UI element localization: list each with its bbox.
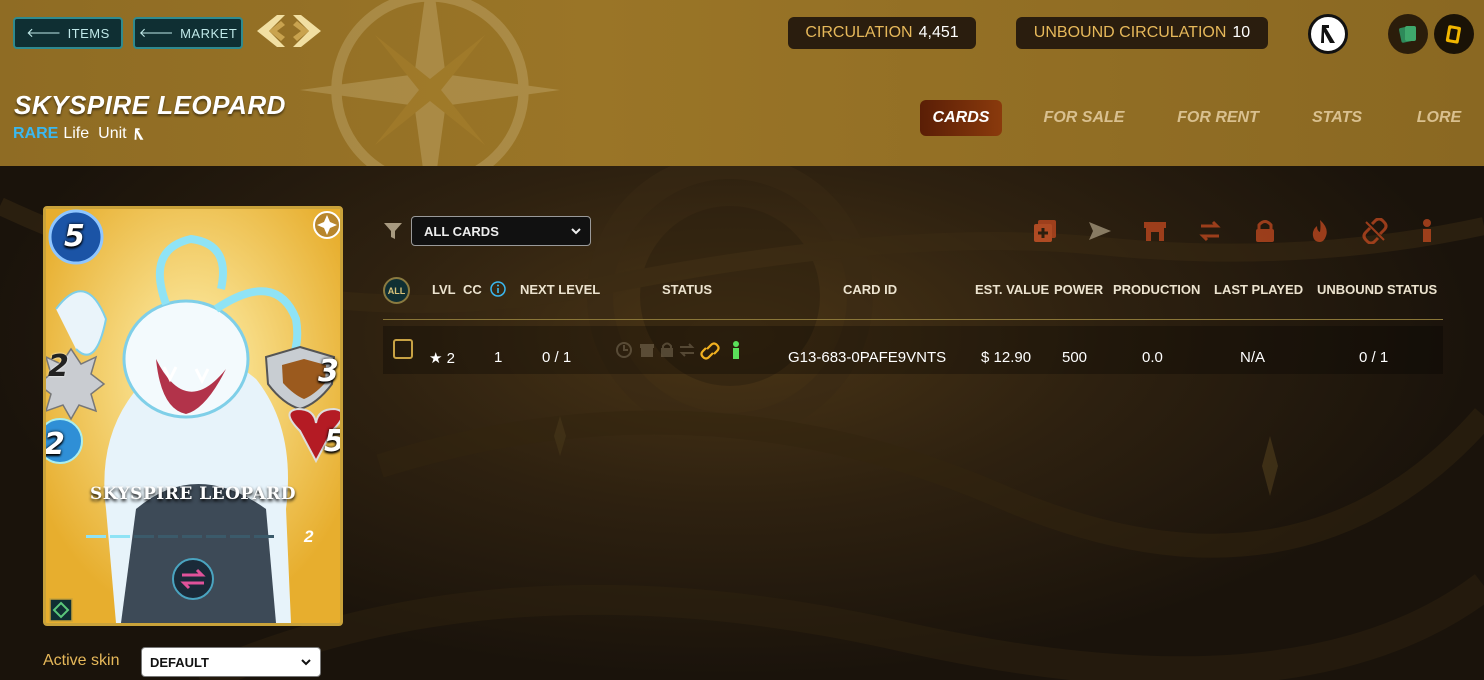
gold-card-icon <box>1445 25 1461 44</box>
card-filter-select[interactable]: ALL CARDS <box>411 216 591 246</box>
chevron-down-icon <box>571 228 581 235</box>
cell-est-value: $ 12.90 <box>981 349 1032 366</box>
header-est-value[interactable]: EST. VALUE <box>975 282 1049 297</box>
market-store-icon[interactable] <box>1142 218 1168 244</box>
card-subtitle: RARE Life Unit <box>13 125 146 143</box>
type-label: Unit <box>98 125 127 142</box>
attack-stat: 2 <box>48 349 69 384</box>
header-lvl[interactable]: LVL <box>432 282 456 297</box>
mana-stat: 5 <box>64 219 85 254</box>
card-stack-icon <box>1399 26 1416 43</box>
health-stat: 5 <box>324 424 343 459</box>
left-arrow-icon: 🡐 <box>26 25 62 40</box>
cell-power: 500 <box>1062 349 1088 366</box>
cell-next-level: 0 / 1 <box>542 349 572 366</box>
rarity-label: RARE <box>13 125 59 142</box>
burn-fire-icon[interactable] <box>1307 218 1333 244</box>
tab-stats[interactable]: STATS <box>1306 100 1368 136</box>
send-icon[interactable] <box>1087 218 1113 244</box>
header-last-played[interactable]: LAST PLAYED <box>1214 282 1303 297</box>
element-label: Life <box>63 125 90 142</box>
clock-icon <box>616 342 632 358</box>
edition-logo-icon <box>134 128 144 140</box>
combine-icon[interactable] <box>1032 218 1058 244</box>
edition-logo-icon <box>1321 25 1335 43</box>
header-status[interactable]: STATUS <box>662 282 712 297</box>
delegate-person-icon[interactable] <box>1414 218 1440 244</box>
left-arrow-icon: 🡐 <box>138 25 175 40</box>
leopard-art <box>46 209 340 623</box>
header-cc[interactable]: CC <box>463 282 482 297</box>
tab-for-sale[interactable]: FOR SALE <box>1038 100 1130 136</box>
cell-unbound-status: 0 / 1 <box>1359 349 1389 366</box>
cell-lvl: ★ 2 <box>429 350 455 367</box>
cell-card-id[interactable]: G13-683-0PAFE9VNTS <box>788 349 946 366</box>
armor-stat: 3 <box>318 354 339 389</box>
lock-icon[interactable] <box>1252 218 1278 244</box>
unbound-circulation-pill: UNBOUND CIRCULATION 10 <box>1016 17 1268 49</box>
chevron-down-icon <box>301 659 311 666</box>
speed-stat: 2 <box>44 427 65 462</box>
tab-lore[interactable]: LORE <box>1410 100 1468 136</box>
status-icons <box>616 341 739 360</box>
cell-production: 0.0 <box>1142 349 1163 366</box>
link-icon <box>700 342 720 360</box>
header-next-level[interactable]: NEXT LEVEL <box>520 282 600 297</box>
header-power[interactable]: POWER <box>1054 282 1103 297</box>
card-switch-arrows-icon[interactable] <box>255 13 323 49</box>
row-checkbox[interactable] <box>393 339 413 359</box>
cell-last-played: N/A <box>1240 349 1266 366</box>
header-production[interactable]: PRODUCTION <box>1113 282 1200 297</box>
delegate-person-icon <box>733 341 739 359</box>
info-icon[interactable] <box>490 281 506 297</box>
active-skin-label: Active skin <box>43 652 120 669</box>
unlink-icon[interactable] <box>1362 218 1388 244</box>
select-all-button[interactable]: ALL <box>383 277 410 304</box>
card-header: 🡐 ITEMS 🡐 MARKET CIRCULATION 4,451 UNBOU… <box>0 0 1484 166</box>
page-title: SKYSPIRE LEOPARD <box>14 90 286 120</box>
filter-icon <box>384 223 402 239</box>
main-content: 5 2 2 3 5 SKYSPIRE LEOPARD 2 Active skin… <box>0 166 1484 680</box>
compass-star-icon <box>300 0 560 166</box>
header-card-id[interactable]: CARD ID <box>843 282 897 297</box>
edition-logo-button[interactable] <box>1308 14 1348 54</box>
card-image: 5 2 2 3 5 SKYSPIRE LEOPARD 2 <box>43 206 343 626</box>
cell-cc: 1 <box>494 349 503 366</box>
transfer-arrows-icon[interactable] <box>1197 218 1223 244</box>
gold-card-button[interactable] <box>1434 14 1474 54</box>
card-name: SKYSPIRE LEOPARD <box>89 484 297 504</box>
header-unbound-status[interactable]: UNBOUND STATUS <box>1317 282 1437 297</box>
tab-for-rent[interactable]: FOR RENT <box>1172 100 1264 136</box>
active-skin-select[interactable]: DEFAULT <box>141 647 321 677</box>
circulation-pill: CIRCULATION 4,451 <box>788 17 976 49</box>
card-level: 2 <box>304 527 314 546</box>
lock-icon <box>661 342 673 357</box>
items-button[interactable]: 🡐 ITEMS <box>13 17 123 49</box>
card-stack-button[interactable] <box>1388 14 1428 54</box>
table-divider <box>383 319 1443 320</box>
tab-cards[interactable]: CARDS <box>920 100 1002 136</box>
transfer-icon <box>679 343 695 357</box>
market-button[interactable]: 🡐 MARKET <box>133 17 243 49</box>
store-icon <box>640 344 654 357</box>
